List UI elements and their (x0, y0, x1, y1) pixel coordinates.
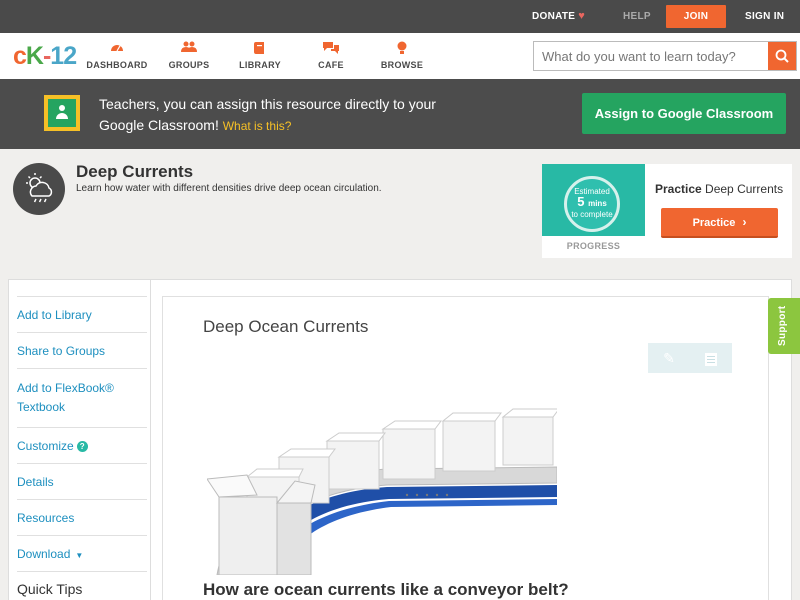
sidebar: Add to Library Share to Groups Add to Fl… (17, 296, 147, 597)
notes-icon[interactable] (690, 343, 732, 373)
estimated-time-badge: Estimated 5 mins to complete (564, 176, 620, 232)
search-button[interactable] (768, 42, 796, 70)
practice-button[interactable]: Practice › (661, 208, 778, 238)
search-input[interactable] (534, 42, 769, 70)
join-button[interactable]: JOIN (666, 5, 726, 28)
help-link[interactable]: HELP (623, 0, 651, 33)
divider (150, 280, 151, 600)
search-icon (775, 49, 789, 63)
top-bar: DONATE ♥ HELP JOIN SIGN IN (0, 0, 800, 33)
customize-link[interactable]: Customize? (17, 427, 147, 463)
browse-icon (366, 41, 438, 55)
donate-link[interactable]: DONATE ♥ (532, 0, 585, 33)
google-classroom-banner: Teachers, you can assign this resource d… (0, 79, 800, 149)
groups-icon (153, 41, 225, 55)
content-question-heading: How are ocean currents like a conveyor b… (203, 580, 569, 599)
banner-text: Teachers, you can assign this resource d… (99, 96, 436, 133)
conveyor-belt-image (207, 405, 557, 575)
download-dropdown[interactable]: Download ▼ (17, 535, 147, 571)
what-is-this-link[interactable]: What is this? (223, 119, 292, 133)
add-to-flexbook-link[interactable]: Add to FlexBook® Textbook (17, 368, 147, 427)
nav-library[interactable]: LIBRARY (224, 41, 296, 70)
nav-cafe[interactable]: CAFE (295, 41, 367, 70)
main-panel: Add to Library Share to Groups Add to Fl… (8, 279, 792, 600)
pencil-icon[interactable]: ✎ (648, 343, 690, 373)
progress-label: PROGRESS (566, 241, 621, 251)
content-area: Deep Ocean Currents ✎ How are ocean curr… (162, 296, 769, 600)
chevron-right-icon: › (742, 215, 747, 229)
nav-dashboard[interactable]: DASHBOARD (81, 41, 153, 70)
progress-graphic: Estimated 5 mins to complete (542, 164, 645, 236)
search-box (533, 41, 797, 71)
caret-down-icon: ▼ (75, 551, 84, 560)
resources-link[interactable]: Resources (17, 499, 147, 535)
practice-card: Estimated 5 mins to complete PROGRESS Pr… (542, 164, 792, 258)
library-icon (224, 41, 296, 55)
add-to-library-link[interactable]: Add to Library (17, 296, 147, 332)
practice-title: Practice Deep Currents (655, 182, 784, 196)
sign-in-link[interactable]: SIGN IN (745, 0, 784, 33)
page-description: Learn how water with different densities… (76, 183, 382, 194)
content-toolbar: ✎ (648, 343, 732, 373)
heart-icon: ♥ (578, 10, 586, 22)
share-to-groups-link[interactable]: Share to Groups (17, 332, 147, 368)
content-title: Deep Ocean Currents (203, 317, 369, 336)
help-icon[interactable]: ? (76, 441, 88, 452)
assign-to-google-classroom-button[interactable]: Assign to Google Classroom (582, 93, 786, 134)
weather-icon (13, 163, 65, 215)
page-title: Deep Currents (76, 162, 194, 181)
nav-groups[interactable]: GROUPS (153, 41, 225, 70)
details-link[interactable]: Details (17, 463, 147, 499)
cafe-icon (295, 41, 367, 55)
support-tab[interactable]: Support (768, 298, 800, 354)
quick-tips-heading: Quick Tips (17, 571, 147, 597)
ck12-logo[interactable]: cK-12 (13, 42, 77, 71)
progress-panel: Estimated 5 mins to complete PROGRESS (542, 164, 645, 258)
main-nav: cK-12 DASHBOARD GROUPS LIBRARY CAFE BROW… (0, 33, 800, 79)
dashboard-icon (81, 41, 153, 55)
google-classroom-icon (44, 95, 80, 131)
nav-browse[interactable]: BROWSE (366, 41, 438, 70)
